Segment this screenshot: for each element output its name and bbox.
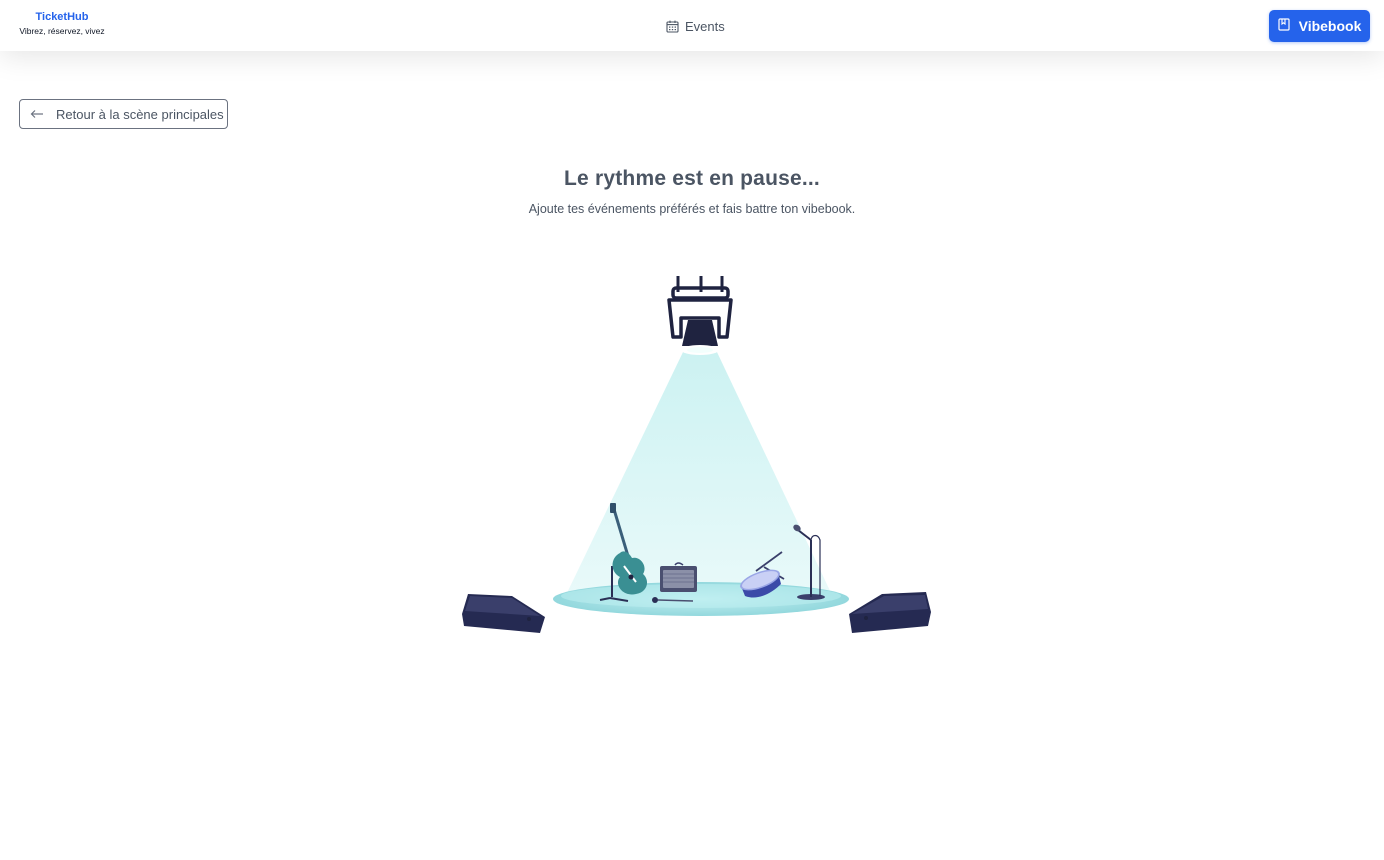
bookmark-icon xyxy=(1278,18,1290,34)
brand-name: TicketHub xyxy=(35,11,89,23)
right-speaker-icon xyxy=(849,592,931,633)
spotlight-icon xyxy=(667,276,733,355)
vibebook-label: Vibebook xyxy=(1298,18,1362,34)
nav-events-label: Events xyxy=(685,18,725,34)
empty-stage-illustration xyxy=(462,276,931,633)
vibebook-button[interactable]: Vibebook xyxy=(1269,10,1370,42)
nav-events-link[interactable]: Events xyxy=(666,18,725,34)
top-navbar: TicketHub Vibrez, réservez, vivez Events xyxy=(0,0,1384,51)
left-speaker-icon xyxy=(462,594,545,633)
brand-tagline: Vibrez, réservez, vivez xyxy=(19,26,105,36)
spotlight-beam xyxy=(566,350,832,595)
calendar-icon xyxy=(666,20,679,33)
brand-logo[interactable]: TicketHub Vibrez, réservez, vivez xyxy=(16,10,108,37)
amplifier-icon xyxy=(660,562,697,592)
